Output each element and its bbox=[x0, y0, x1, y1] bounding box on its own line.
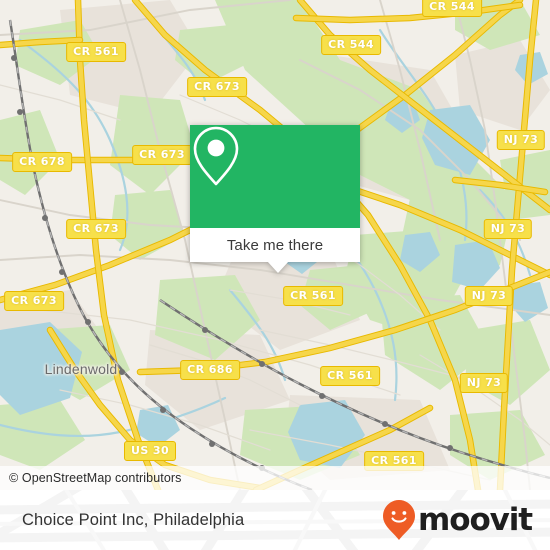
road-shield: CR 544 bbox=[422, 0, 482, 17]
road-shield: NJ 73 bbox=[459, 373, 509, 393]
moovit-pin-smile-icon bbox=[383, 500, 416, 540]
road-shield: CR 678 bbox=[12, 152, 72, 172]
place-label: Lindenwold bbox=[44, 361, 118, 377]
location-popup[interactable]: Take me there bbox=[190, 125, 360, 273]
map-pin-icon bbox=[193, 126, 239, 186]
road-shield: CR 561 bbox=[283, 286, 343, 306]
road-shield: NJ 73 bbox=[496, 130, 546, 150]
popup-header bbox=[190, 125, 360, 228]
road-shield: CR 561 bbox=[320, 366, 380, 386]
map-canvas[interactable]: .park { fill:#cfe6b8; } .resi { fill:#e8… bbox=[0, 0, 550, 490]
take-me-there-label: Take me there bbox=[226, 236, 324, 254]
moovit-wordmark: moovit bbox=[418, 501, 533, 538]
moovit-map-screenshot: .park { fill:#cfe6b8; } .resi { fill:#e8… bbox=[0, 0, 550, 550]
road-shield: US 30 bbox=[124, 441, 176, 461]
road-shield: NJ 73 bbox=[483, 219, 533, 239]
footer-content: Choice Point Inc, Philadelphia moovit bbox=[0, 490, 550, 550]
road-shield: CR 673 bbox=[187, 77, 247, 97]
map-attribution-bar: © OpenStreetMap contributors bbox=[0, 466, 550, 490]
place-title: Choice Point Inc, Philadelphia bbox=[22, 510, 245, 529]
road-shield: CR 544 bbox=[321, 35, 381, 55]
attribution-text: © OpenStreetMap contributors bbox=[9, 471, 182, 485]
moovit-brand[interactable]: moovit bbox=[382, 499, 533, 541]
road-shield: CR 673 bbox=[66, 219, 126, 239]
road-shield: CR 673 bbox=[132, 145, 192, 165]
road-shield: CR 686 bbox=[180, 360, 240, 380]
footer-bar: Choice Point Inc, Philadelphia moovit bbox=[0, 490, 550, 550]
road-shield: CR 561 bbox=[66, 42, 126, 62]
popup-action-bar[interactable]: Take me there bbox=[190, 228, 360, 262]
road-shield: CR 673 bbox=[4, 291, 64, 311]
road-shield: NJ 73 bbox=[464, 286, 514, 306]
popup-tail bbox=[267, 261, 289, 273]
